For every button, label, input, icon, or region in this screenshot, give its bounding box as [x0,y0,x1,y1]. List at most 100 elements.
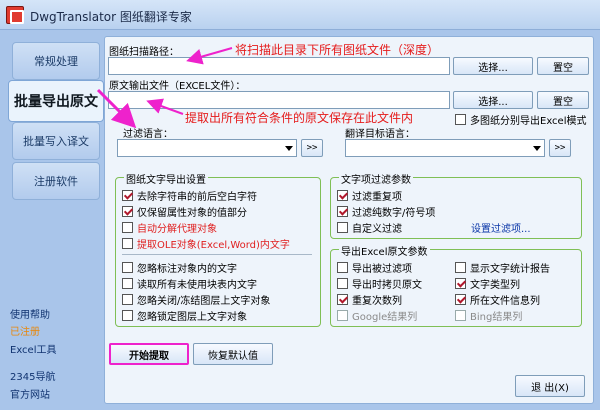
excel-option-bing: Bing结果列 [455,308,522,323]
sidebar: 常规处理 批量导出原文 批量写入译文 注册软件 使用帮助 已注册 Excel工具… [6,36,104,406]
filter-option-duplicates[interactable]: 过滤重复项 [337,188,402,203]
registered-status: 已注册 [10,327,40,338]
help-link[interactable]: 使用帮助 [10,306,50,321]
tab-batch-export[interactable]: 批量导出原文 [8,80,104,122]
output-file-label: 原文输出文件（EXCEL文件）： [109,81,246,92]
excel-option-google: Google结果列 [337,308,417,323]
export-option-attr-value-checkbox[interactable] [122,206,133,217]
chevron-down-icon [285,146,293,151]
target-language-more-button[interactable]: >> [549,139,571,157]
official-site-link[interactable]: 官方网站 [10,386,50,401]
set-filter-items-link[interactable]: 设置过滤项... [471,220,531,235]
export-option-proxy-label: 自动分解代理对象 [137,224,217,235]
start-extract-button[interactable]: 开始提取 [109,343,189,365]
excel-option-google-checkbox [337,310,348,321]
output-file-clear-button[interactable]: 置空 [537,91,589,109]
excel-option-bing-checkbox [455,310,466,321]
tab-general[interactable]: 常规处理 [12,42,100,80]
export-option-proxy-checkbox[interactable] [122,222,133,233]
export-option-ignore-dim[interactable]: 忽略标注对象内的文字 [122,260,237,275]
chevron-down-icon [533,146,541,151]
excel-tools-link[interactable]: Excel工具 [10,341,57,356]
excel-option-repeat-count[interactable]: 重复次数列 [337,292,402,307]
nav-2345-link[interactable]: 2345导航 [10,368,55,383]
target-language-select[interactable] [345,139,545,157]
filter-option-custom-checkbox[interactable] [337,222,348,233]
export-settings-group: 图纸文字导出设置 去除字符串的前后空白字符 仅保留属性对象的值部分 自动分解代理… [115,171,321,327]
excel-option-export-filtered-checkbox[interactable] [337,262,348,273]
excel-option-google-label: Google结果列 [352,312,418,323]
scan-path-label: 图纸扫描路径： [109,47,179,58]
excel-option-copy-source-label: 导出时拷贝原文 [352,280,422,291]
excel-params-group: 导出Excel原文参数 导出被过滤项 显示文字统计报告 导出时拷贝原文 文字类型… [330,243,582,327]
excel-option-export-filtered-label: 导出被过滤项 [352,264,412,275]
excel-option-copy-source-checkbox[interactable] [337,278,348,289]
scan-path-input[interactable] [108,57,450,75]
export-option-unused-blocks[interactable]: 读取所有未使用块表内文字 [122,276,257,291]
export-option-ignore-frozen-checkbox[interactable] [122,294,133,305]
filter-params-title: 文字项过滤参数 [339,171,413,186]
scan-path-clear-button[interactable]: 置空 [537,57,589,75]
export-settings-title: 图纸文字导出设置 [124,171,208,186]
filter-option-custom[interactable]: 自定义过滤 [337,220,402,235]
filter-option-numeric[interactable]: 过滤纯数字/符号项 [337,204,435,219]
excel-params-title: 导出Excel原文参数 [339,243,430,258]
tab-batch-write[interactable]: 批量写入译文 [12,122,100,160]
output-file-input[interactable] [108,91,450,109]
app-logo-icon [6,6,24,24]
exit-button[interactable]: 退 出(X) [515,375,585,397]
export-option-trim[interactable]: 去除字符串的前后空白字符 [122,188,257,203]
excel-option-repeat-count-label: 重复次数列 [352,296,402,307]
title-bar: DwgTranslator 图纸翻译专家 [0,0,600,30]
export-option-ignore-locked[interactable]: 忽略锁定图层上文字对象 [122,308,247,323]
main-panel: 图纸扫描路径： 选择... 置空 原文输出文件（EXCEL文件）： 选择... … [104,36,594,404]
filter-language-more-button[interactable]: >> [301,139,323,157]
export-option-attr-value-label: 仅保留属性对象的值部分 [137,208,247,219]
filter-language-label: 过滤语言： [123,129,173,140]
export-option-trim-checkbox[interactable] [122,190,133,201]
excel-option-file-info-label: 所在文件信息列 [470,296,540,307]
export-option-ignore-dim-label: 忽略标注对象内的文字 [137,264,237,275]
export-option-ignore-locked-checkbox[interactable] [122,310,133,321]
output-file-annotation: 提取出所有符合条件的原文保存在此文件内 [185,111,414,125]
export-option-unused-blocks-checkbox[interactable] [122,278,133,289]
tab-register[interactable]: 注册软件 [12,162,100,200]
excel-option-stats-report[interactable]: 显示文字统计报告 [455,260,550,275]
export-option-attr-value[interactable]: 仅保留属性对象的值部分 [122,204,247,219]
filter-option-duplicates-label: 过滤重复项 [352,192,402,203]
excel-option-stats-report-label: 显示文字统计报告 [470,264,550,275]
export-option-ignore-dim-checkbox[interactable] [122,262,133,273]
excel-option-file-info-checkbox[interactable] [455,294,466,305]
output-file-browse-button[interactable]: 选择... [453,91,533,109]
excel-option-text-type[interactable]: 文字类型列 [455,276,520,291]
filter-params-group: 文字项过滤参数 过滤重复项 过滤纯数字/符号项 自定义过滤 设置过滤项... [330,171,582,239]
excel-option-copy-source[interactable]: 导出时拷贝原文 [337,276,422,291]
filter-option-duplicates-checkbox[interactable] [337,190,348,201]
filter-option-custom-label: 自定义过滤 [352,224,402,235]
export-option-ignore-locked-label: 忽略锁定图层上文字对象 [137,312,247,323]
multi-sheet-checkbox[interactable] [455,114,466,125]
excel-option-bing-label: Bing结果列 [470,312,523,323]
excel-option-export-filtered[interactable]: 导出被过滤项 [337,260,412,275]
excel-option-stats-report-checkbox[interactable] [455,262,466,273]
filter-language-select[interactable] [117,139,297,157]
filter-option-numeric-label: 过滤纯数字/符号项 [352,208,436,219]
export-option-ignore-frozen-label: 忽略关闭/冻结图层上文字对象 [137,296,271,307]
target-language-label: 翻译目标语言： [345,129,415,140]
multi-sheet-option[interactable]: 多图纸分别导出Excel模式 [455,112,587,127]
export-option-ignore-frozen[interactable]: 忽略关闭/冻结图层上文字对象 [122,292,270,307]
scan-path-browse-button[interactable]: 选择... [453,57,533,75]
multi-sheet-label: 多图纸分别导出Excel模式 [470,116,587,127]
export-option-ole[interactable]: 提取OLE对象(Excel,Word)内文字 [122,236,290,251]
restore-defaults-button[interactable]: 恢复默认值 [193,343,273,365]
excel-option-file-info[interactable]: 所在文件信息列 [455,292,540,307]
excel-option-text-type-checkbox[interactable] [455,278,466,289]
window-title: DwgTranslator 图纸翻译专家 [30,10,192,24]
filter-option-numeric-checkbox[interactable] [337,206,348,217]
excel-option-text-type-label: 文字类型列 [470,280,520,291]
export-option-unused-blocks-label: 读取所有未使用块表内文字 [137,280,257,291]
excel-option-repeat-count-checkbox[interactable] [337,294,348,305]
export-option-ole-checkbox[interactable] [122,238,133,249]
divider [122,254,312,255]
export-option-proxy[interactable]: 自动分解代理对象 [122,220,217,235]
